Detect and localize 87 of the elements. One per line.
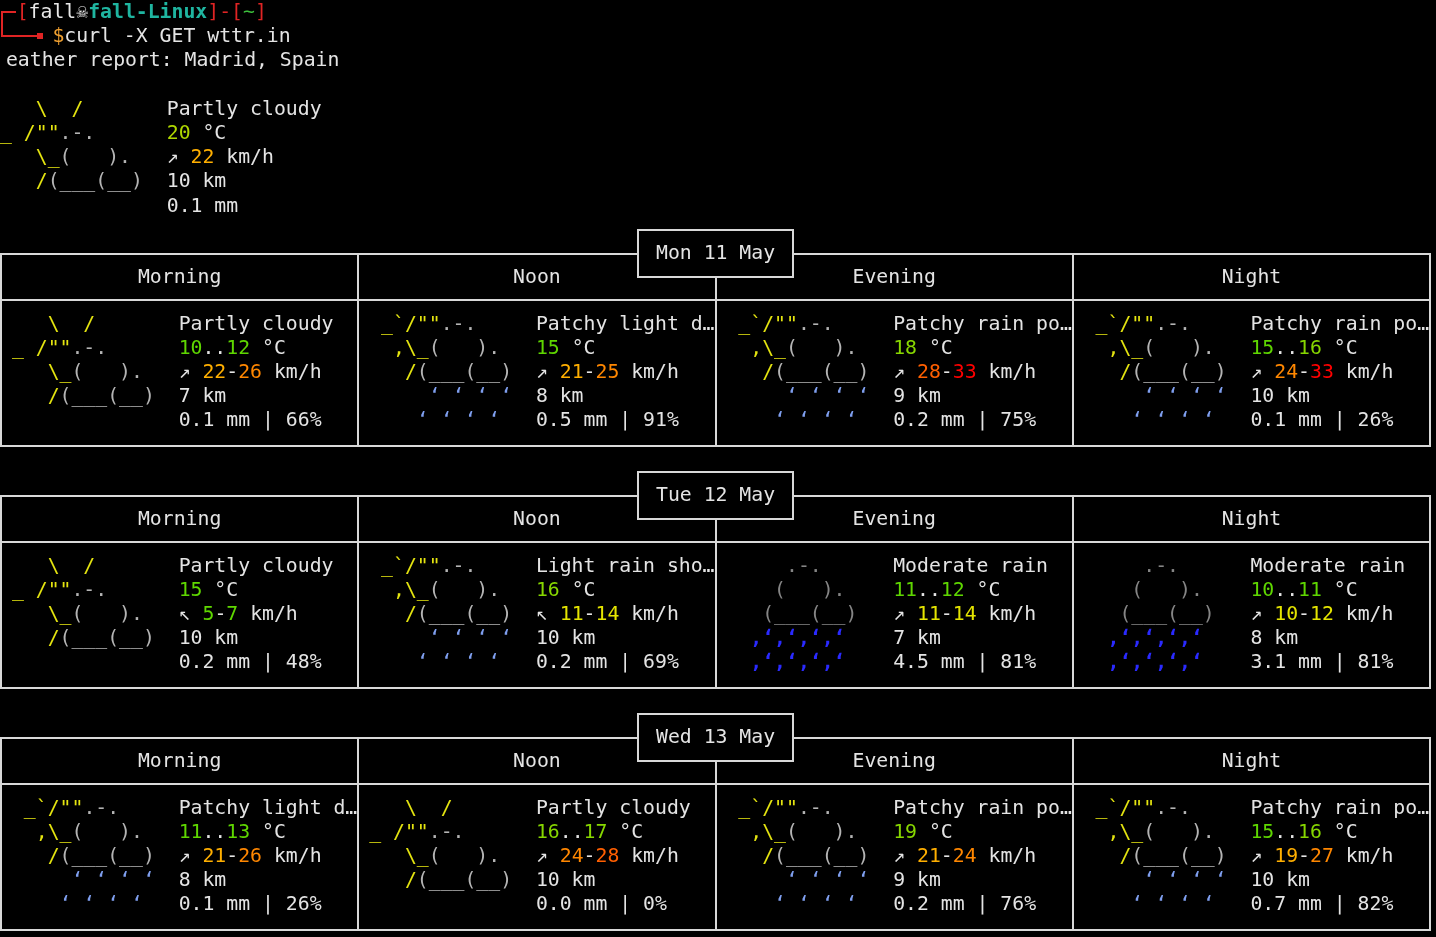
weather-ascii-art: _`/"".-. ,\_( ). /(___(__) ‘ ‘ ‘ ‘ ‘ ‘ ‘ ‘ [737,311,871,433]
precipitation-text: 0.2 mm | 48% [178,650,322,674]
precipitation-text: 0.1 mm [166,193,239,217]
visibility-text: 9 km [893,868,941,892]
temperature-text: 15..16 °C [1250,335,1358,359]
weather-ascii-art: .-. ( ). (___(__) ‚ʻ‚ʻ‚ʻ‚ʻ ‚ʻ‚ʻ‚ʻ‚ʻ [749,553,859,675]
precipitation-text: 0.5 mm | 91% [535,408,679,432]
weather-ascii-art: \ / _ /"".-. \_( ). /(___(__) [369,795,514,893]
temperature-text: 15 °C [535,335,596,359]
weather-ascii-art: .-. ( ). (___(__) ‚ʻ‚ʻ‚ʻ‚ʻ ‚ʻ‚ʻ‚ʻ‚ʻ [1106,553,1216,675]
visibility-text: 9 km [893,384,941,408]
condition-text: Partly cloudy [166,96,322,120]
condition-text: Patchy rain po… [893,311,1072,335]
precipitation-text: 0.1 mm | 66% [178,408,322,432]
temperature-text: 18 °C [893,335,953,359]
temperature-text: 10..11 °C [1250,577,1358,601]
condition-text: Patchy rain po… [1250,795,1430,819]
visibility-text: 10 km [535,868,596,892]
visibility-text: 10 km [535,626,596,650]
wind-text: ↗ 21-26 km/h [178,843,322,867]
weather-ascii-art: _`/"".-. ,\_( ). /(___(__) ‘ ‘ ‘ ‘ ‘ ‘ ‘ ‘ [1094,311,1228,433]
weather-ascii-art: _`/"".-. ,\_( ). /(___(__) ‘ ‘ ‘ ‘ ‘ ‘ ‘ ‘ [737,795,871,917]
weather-ascii-art: _`/"".-. ,\_( ). /(___(__) ‘ ‘ ‘ ‘ ‘ ‘ ‘ ‘ [380,311,514,433]
temperature-text: 16 °C [535,577,596,601]
weather-ascii-art: _`/"".-. ,\_( ). /(___(__) ‘ ‘ ‘ ‘ ‘ ‘ ‘ ‘ [380,553,514,675]
wind-text: ↗ 24-28 km/h [535,843,679,867]
weather-ascii-art: _`/"".-. ,\_( ). /(___(__) ‘ ‘ ‘ ‘ ‘ ‘ ‘ ‘ [1094,795,1228,917]
condition-text: Patchy light d… [535,311,715,335]
temperature-text: 15..16 °C [1250,819,1358,843]
wind-text: ↗ 10-12 km/h [1250,601,1394,625]
precipitation-text: 3.1 mm | 81% [1250,650,1394,674]
visibility-text: 7 km [178,384,227,408]
period-header: Night [1071,497,1430,544]
wind-text: ↖ 11-14 km/h [535,601,679,625]
condition-text: Moderate rain [1250,553,1406,577]
precipitation-text: 0.0 mm | 0% [535,892,667,916]
wind-text: ↗ 24-33 km/h [1250,359,1394,383]
weather-ascii-art: _`/"".-. ,\_( ). /(___(__) ‘ ‘ ‘ ‘ ‘ ‘ ‘ ‘ [22,795,156,917]
condition-text: Moderate rain [893,553,1048,577]
visibility-text: 8 km [535,384,584,408]
temperature-text: 16..17 °C [535,819,644,843]
condition-text: Patchy rain po… [1250,311,1430,335]
wind-text: ↖ 5-7 km/h [178,601,298,625]
wind-text: ↗ 22-26 km/h [178,359,322,383]
weather-ascii-art: \ / _ /"".-. \_( ). /(___(__) [11,553,156,651]
precipitation-text: 0.2 mm | 76% [893,892,1037,916]
report-title: eather report: Madrid, Spain [5,48,340,72]
visibility-text: 10 km [178,626,239,650]
condition-text: Light rain sho… [535,553,715,577]
precipitation-text: 0.2 mm | 75% [893,408,1037,432]
precipitation-text: 0.1 mm | 26% [1250,408,1394,432]
visibility-text: 8 km [1250,626,1299,650]
temperature-text: 11..12 °C [893,577,1001,601]
precipitation-text: 4.5 mm | 81% [893,650,1037,674]
temperature-text: 15 °C [178,577,239,601]
period-header: Morning [0,497,358,544]
weather-ascii-art: \ / _ /"".-. \_( ). /(___(__) [11,311,156,409]
precipitation-text: 0.1 mm | 26% [178,892,322,916]
temperature-text: 19 °C [893,819,953,843]
condition-text: Partly cloudy [178,311,334,335]
visibility-text: 10 km [1250,868,1310,892]
condition-text: Patchy rain po… [893,795,1072,819]
period-header: Morning [0,739,358,786]
condition-text: Partly cloudy [535,795,691,819]
wind-text: ↗ 22 km/h [166,145,274,169]
temperature-text: 10..12 °C [178,335,286,359]
wind-text: ↗ 19-27 km/h [1250,843,1394,867]
wind-text: ↗ 21-24 km/h [893,843,1037,867]
visibility-text: 10 km [166,169,227,193]
visibility-text: 8 km [178,868,227,892]
precipitation-text: 0.2 mm | 69% [535,650,679,674]
prompt-text: [fall☠fall-Linux]-[~] [16,0,267,23]
condition-text: Patchy light d… [178,795,358,819]
period-header: Night [1071,739,1430,786]
visibility-text: 7 km [893,626,941,650]
weather-ascii-art: \ / _ /"".-. \_( ). /(___(__) [0,96,144,194]
command-line: $curl -X GET wttr.in [52,24,291,48]
period-header: Night [1071,255,1430,302]
temperature-text: 20 °C [166,120,227,144]
wind-text: ↗ 21-25 km/h [535,359,679,383]
wind-text: ↗ 11-14 km/h [893,601,1037,625]
precipitation-text: 0.7 mm | 82% [1250,892,1394,916]
condition-text: Partly cloudy [178,553,334,577]
period-header: Morning [0,255,358,302]
wind-text: ↗ 28-33 km/h [893,359,1037,383]
visibility-text: 10 km [1250,384,1310,408]
temperature-text: 11..13 °C [178,819,286,843]
